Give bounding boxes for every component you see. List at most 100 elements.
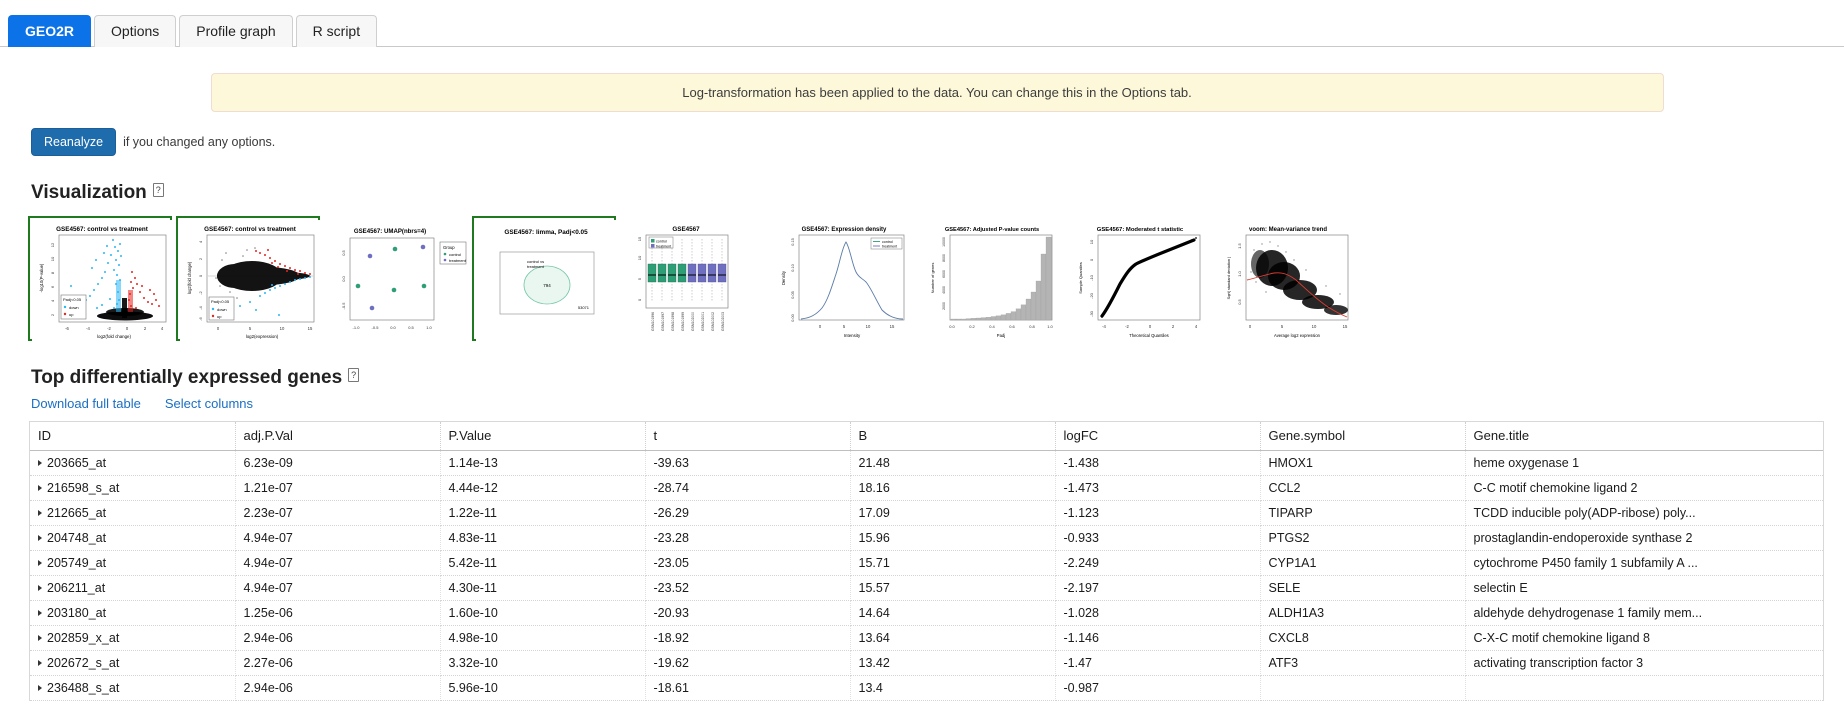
table-row[interactable]: 203180_at 1.25e-06 1.60e-10 -20.93 14.64… [30,600,1823,626]
gene-id-label: 236488_s_at [47,681,120,695]
cell-t: -18.61 [645,675,851,701]
svg-text:1.0: 1.0 [1237,270,1242,276]
expand-row-icon[interactable] [38,585,42,591]
svg-text:Intensity: Intensity [844,333,861,338]
cell-gene-symbol: ALDH1A3 [1260,600,1466,626]
tab-r-script[interactable]: R script [295,15,378,47]
svg-text:0.00: 0.00 [791,314,795,321]
svg-text:down: down [69,305,79,310]
svg-text:treatment: treatment [882,245,897,249]
svg-text:Padj<0.05: Padj<0.05 [211,299,230,304]
expand-row-icon[interactable] [38,560,42,566]
download-full-table-link[interactable]: Download full table [31,396,141,411]
gene-id-label: 212665_at [47,506,107,520]
column-header-b[interactable]: B [850,422,1056,451]
table-row[interactable]: 216598_s_at 1.21e-07 4.44e-12 -28.74 18.… [30,475,1823,501]
thumbnail-umap-plot[interactable]: GSE4567: UMAP(nbrs=4) 0.5 0.0 -0.5 -1.0 -… [324,216,468,341]
expand-row-icon[interactable] [38,485,42,491]
select-columns-link[interactable]: Select columns [165,396,253,411]
svg-text:-20: -20 [1089,292,1094,299]
svg-text:1.0: 1.0 [1047,324,1053,329]
cell-adjpval: 4.94e-07 [235,525,441,551]
tab-geo2r[interactable]: GEO2R [8,15,92,47]
thumbnail-expression-density-plot[interactable]: GSE4567: Expression density 0.15 0.10 0.… [768,216,912,341]
svg-text:10: 10 [637,255,642,260]
reanalyze-hint: if you changed any options. [123,135,276,149]
svg-text:1.0: 1.0 [426,325,432,330]
cell-t: -23.05 [645,550,851,576]
cell-gene-symbol: PTGS2 [1260,525,1466,551]
thumbnail-mean-variance-trend-plot[interactable]: voom: Mean-variance trend 1.5 1.0 0.5 Sq… [1212,216,1356,341]
table-row[interactable]: 203665_at 6.23e-09 1.14e-13 -39.63 21.48… [30,450,1823,476]
table-row[interactable]: 202859_x_at 2.94e-06 4.98e-10 -18.92 13.… [30,625,1823,651]
svg-text:0.5: 0.5 [341,249,346,255]
column-header-pvalue[interactable]: P.Value [440,422,646,451]
column-header-logfc[interactable]: logFC [1055,422,1261,451]
svg-text:0.5: 0.5 [1237,298,1242,304]
table-links: Download full table Select columns [31,396,1844,411]
cell-id: 236488_s_at [30,675,236,701]
column-header-gene-symbol[interactable]: Gene.symbol [1260,422,1466,451]
svg-text:-log10(P-value): -log10(P-value) [39,263,44,292]
column-header-id[interactable]: ID [30,422,236,451]
svg-text:GSE4567: control vs treatment: GSE4567: control vs treatment [204,226,297,233]
svg-text:Padj: Padj [997,333,1005,338]
svg-text:GSM101997: GSM101997 [661,312,665,331]
table-row[interactable]: 206211_at 4.94e-07 4.30e-11 -23.52 15.57… [30,575,1823,601]
table-row[interactable]: 204748_at 4.94e-07 4.83e-11 -23.28 15.96… [30,525,1823,551]
svg-text:0.0: 0.0 [341,275,346,281]
svg-text:control: control [449,252,461,257]
table-row[interactable]: 212665_at 2.23e-07 1.22e-11 -26.29 17.09… [30,500,1823,526]
expand-row-icon[interactable] [38,635,42,641]
tab-options[interactable]: Options [94,15,177,47]
thumbnail-adjusted-pvalue-histogram[interactable]: GSE4567: Adjusted P-value counts 10000 8… [916,216,1060,341]
cell-gene-symbol: CCL2 [1260,475,1466,501]
svg-text:-4: -4 [86,326,90,331]
table-row[interactable]: 202672_s_at 2.27e-06 3.32e-10 -19.62 13.… [30,650,1823,676]
svg-text:control: control [656,240,667,244]
svg-text:4000: 4000 [942,286,946,294]
cell-b: 21.48 [850,450,1056,476]
svg-text:treatment: treatment [656,245,671,249]
expand-row-icon[interactable] [38,660,42,666]
cell-adjpval: 6.23e-09 [235,450,441,476]
visualization-heading: Visualization ? [31,182,1844,204]
tab-bar: GEO2R Options Profile graph R script [0,0,1844,47]
tab-profile-graph[interactable]: Profile graph [179,15,293,47]
table-row[interactable]: 205749_at 4.94e-07 5.42e-11 -23.05 15.71… [30,550,1823,576]
expand-row-icon[interactable] [38,460,42,466]
svg-text:-30: -30 [1089,310,1094,317]
column-header-gene-title[interactable]: Gene.title [1465,422,1823,451]
cell-gene-symbol: ATF3 [1260,650,1466,676]
gene-id-label: 203180_at [47,606,107,620]
svg-text:6000: 6000 [942,270,946,278]
expand-row-icon[interactable] [38,510,42,516]
svg-text:log2(fold change): log2(fold change) [97,334,131,339]
help-icon[interactable]: ? [348,368,360,382]
svg-text:15: 15 [637,236,642,241]
expand-row-icon[interactable] [38,535,42,541]
cell-b: 17.09 [850,500,1056,526]
column-header-adjpval[interactable]: adj.P.Val [235,422,441,451]
cell-gene-title: activating transcription factor 3 [1465,650,1823,676]
column-header-t[interactable]: t [645,422,851,451]
svg-text:GSM101998: GSM101998 [671,312,675,331]
expand-row-icon[interactable] [38,685,42,691]
results-heading-text: Top differentially expressed genes [31,367,343,388]
reanalyze-button[interactable]: Reanalyze [31,128,117,156]
svg-text:2000: 2000 [942,302,946,310]
cell-pvalue: 4.98e-10 [440,625,646,651]
cell-gene-symbol: CYP1A1 [1260,550,1466,576]
svg-text:log2(fold change): log2(fold change) [187,261,192,294]
thumbnail-qq-plot[interactable]: GSE4567: Moderated t statistic 10 0 -10 … [1064,216,1208,341]
help-icon[interactable]: ? [152,183,164,197]
expand-row-icon[interactable] [38,610,42,616]
cell-pvalue: 4.83e-11 [440,525,646,551]
thumbnail-boxplot[interactable]: GSE4567 15 10 5 0 control treatment GSM1… [620,216,764,341]
table-row[interactable]: 236488_s_at 2.94e-06 5.96e-10 -18.61 13.… [30,675,1823,701]
svg-text:treatment: treatment [449,258,467,263]
thumbnail-volcano-plot[interactable]: GSE4567: control vs treatment 12 10 8 6 … [28,216,172,341]
thumbnail-venn-diagram[interactable]: GSE4567: limma, Padj<0.05 control vs tre… [472,216,616,341]
svg-text:794: 794 [543,283,551,288]
thumbnail-md-plot[interactable]: GSE4567: control vs treatment 4 2 0 -2 -… [176,216,320,341]
